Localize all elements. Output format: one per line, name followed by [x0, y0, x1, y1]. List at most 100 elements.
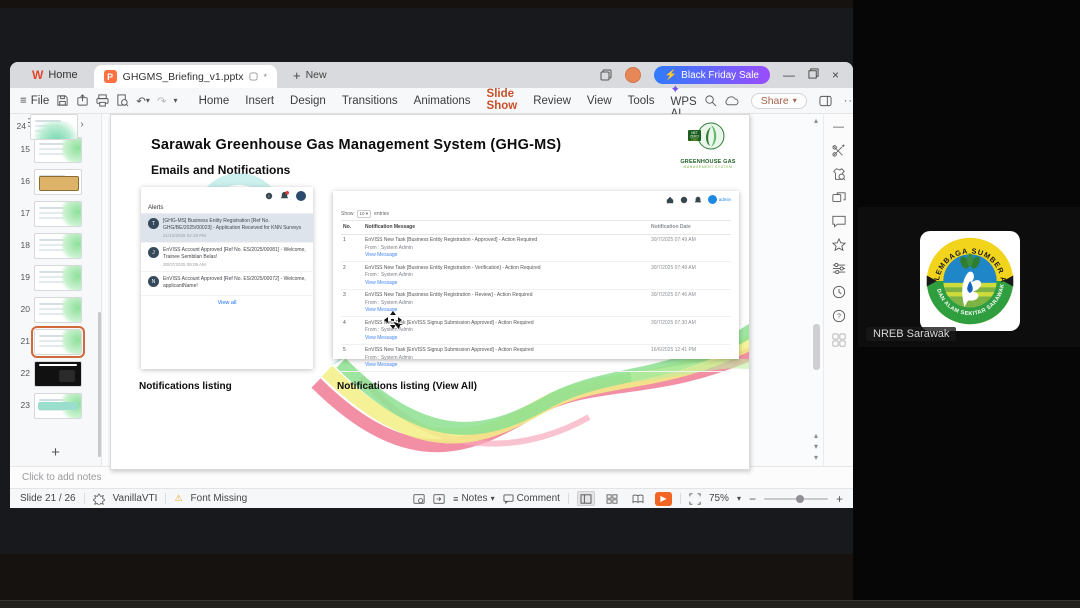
- menu-item[interactable]: Animations: [414, 93, 471, 109]
- redo-icon[interactable]: ↷: [157, 94, 167, 108]
- presenter-view-icon[interactable]: [433, 493, 445, 505]
- font-missing-label[interactable]: Font Missing: [191, 493, 248, 504]
- slide-thumbnail[interactable]: 18: [14, 233, 101, 259]
- share-button[interactable]: Share ▾: [750, 92, 807, 109]
- slide-thumbnail-preview[interactable]: [34, 169, 82, 195]
- ppt-file-icon: P: [103, 70, 117, 83]
- add-slide-button[interactable]: +: [10, 444, 101, 466]
- more-options-icon[interactable]: ···: [844, 95, 853, 107]
- ai-beautify-icon[interactable]: [831, 143, 846, 157]
- zoom-out-button[interactable]: −: [749, 492, 756, 506]
- slide-thumbnail-preview[interactable]: [34, 297, 82, 323]
- participant-video-strip: LEMBAGA SUMBER ASLI DAN ALAM SEKITAR SAR…: [853, 0, 1080, 608]
- help-icon[interactable]: ?: [832, 309, 846, 323]
- slide-thumbnail-preview[interactable]: [34, 265, 82, 291]
- menu-item[interactable]: Transitions: [342, 93, 398, 109]
- slide-thumbnail-preview[interactable]: [34, 361, 82, 387]
- file-menu[interactable]: ≡ File: [20, 95, 49, 107]
- screen-share-region: W Home P GHGMS_Briefing_v1.pptx * + New: [0, 8, 853, 554]
- comment-panel-icon[interactable]: [831, 215, 846, 228]
- history-clock-icon[interactable]: [832, 285, 846, 299]
- mouse-move-cursor: [384, 311, 405, 331]
- fit-slide-icon[interactable]: [689, 492, 701, 505]
- panel-layout-icon[interactable]: [819, 95, 832, 107]
- menu-item[interactable]: Insert: [245, 93, 274, 109]
- slide-thumbnail-preview[interactable]: [34, 393, 82, 419]
- row-message: EnVISS New Task [EnVISS Signup Submissio…: [365, 347, 534, 353]
- previous-slide-icon[interactable]: ▴: [814, 431, 818, 440]
- zoom-caret-icon[interactable]: ▾: [737, 494, 741, 503]
- slide-thumbnail[interactable]: 22: [14, 361, 101, 387]
- menu-item[interactable]: Design: [290, 93, 326, 109]
- print-icon[interactable]: [96, 94, 109, 107]
- print-preview-icon[interactable]: [116, 94, 129, 107]
- zoom-level[interactable]: 75%: [709, 493, 729, 504]
- cloud-sync-icon[interactable]: [724, 95, 739, 106]
- collapse-sidebar-icon[interactable]: —: [833, 121, 844, 133]
- menu-item[interactable]: View: [587, 93, 612, 109]
- restore-button[interactable]: [808, 68, 819, 82]
- menu-item[interactable]: Tools: [628, 93, 655, 109]
- wps-presentation-window: W Home P GHGMS_Briefing_v1.pptx * + New: [10, 62, 853, 508]
- slide-thumbnail[interactable]: 15: [14, 137, 101, 163]
- reading-view-button[interactable]: [629, 491, 647, 506]
- canvas-vertical-scrollbar[interactable]: ▴ ▴ ▾ ▾: [809, 114, 823, 466]
- collapse-panel-icon[interactable]: ›: [80, 119, 83, 130]
- ribbon-caret-icon[interactable]: ▾: [174, 96, 178, 105]
- view-message-link: View Message: [365, 252, 398, 258]
- row-message: EnVISS New Task [EnVISS Signup Submissio…: [365, 319, 534, 326]
- view-message-link: View Message: [365, 307, 398, 313]
- slide-21[interactable]: Sarawak Greenhouse Gas Management System…: [110, 114, 750, 470]
- next-slide-icon[interactable]: ▾: [814, 442, 818, 451]
- slide-thumbnail[interactable]: 24: [10, 114, 78, 140]
- alert-text: EnVISS Account Approved [Ref No. ES/2025…: [163, 247, 306, 260]
- svg-text:?: ?: [837, 314, 841, 321]
- apps-grid-icon[interactable]: [831, 333, 846, 347]
- slide-sorter-view-button[interactable]: [603, 491, 621, 506]
- undo-caret-icon[interactable]: ▾: [146, 96, 150, 105]
- normal-view-button[interactable]: [576, 491, 595, 506]
- slide-thumbnail[interactable]: 21: [14, 326, 101, 358]
- minimize-button[interactable]: —: [783, 68, 795, 82]
- slide-thumbnail[interactable]: 19: [14, 265, 101, 291]
- zoom-slider-handle[interactable]: [795, 494, 804, 503]
- scroll-up-icon[interactable]: ▴: [814, 116, 818, 125]
- participant-tile[interactable]: LEMBAGA SUMBER ASLI DAN ALAM SEKITAR SAR…: [858, 207, 1080, 347]
- zoom-slider[interactable]: [763, 494, 828, 503]
- notes-toggle[interactable]: ≡ Notes ▾: [453, 493, 494, 504]
- theme-name[interactable]: VanillaVTI: [113, 493, 158, 504]
- slideshow-timer-icon[interactable]: [413, 493, 425, 505]
- slide-thumbnail-preview[interactable]: [34, 233, 82, 259]
- export-icon[interactable]: [76, 94, 89, 107]
- search-icon[interactable]: [704, 94, 717, 107]
- close-button[interactable]: ×: [832, 68, 839, 82]
- slideshow-play-button[interactable]: ▶: [654, 491, 672, 506]
- thumbnail-list: 15 16 17 18 19 20 21 22 23 24: [10, 114, 101, 444]
- zoom-in-button[interactable]: +: [836, 492, 843, 506]
- undo-icon[interactable]: ↶ ▾: [136, 94, 150, 108]
- slide-thumbnail[interactable]: 16: [14, 169, 101, 195]
- nreb-logo-card: LEMBAGA SUMBER ASLI DAN ALAM SEKITAR SAR…: [920, 231, 1020, 331]
- slide-thumbnail-preview[interactable]: [34, 137, 82, 163]
- menu-item[interactable]: Review: [533, 93, 571, 109]
- thumbnail-scrollbar[interactable]: [98, 312, 101, 457]
- save-icon[interactable]: [56, 94, 69, 107]
- scroll-down-icon[interactable]: ▾: [814, 453, 818, 462]
- theme-icon[interactable]: [92, 492, 105, 505]
- slide-thumbnail-preview[interactable]: [34, 201, 82, 227]
- menu-item[interactable]: Home: [199, 93, 230, 109]
- scrollbar-thumb[interactable]: [812, 324, 820, 370]
- home-tab[interactable]: W Home: [16, 62, 94, 88]
- slide-thumbnail-preview[interactable]: [31, 326, 85, 358]
- slide-thumbnail[interactable]: 20: [14, 297, 101, 323]
- menu-item[interactable]: Slide Show: [486, 86, 517, 116]
- slide-thumbnail-preview[interactable]: [30, 114, 78, 140]
- slide-thumbnail[interactable]: 23: [14, 393, 101, 419]
- design-theme-icon[interactable]: [832, 167, 846, 181]
- comment-button[interactable]: Comment: [503, 493, 560, 504]
- settings-sliders-icon[interactable]: [832, 262, 846, 275]
- slide-thumbnail[interactable]: 17: [14, 201, 101, 227]
- star-favorites-icon[interactable]: [831, 238, 846, 252]
- meeting-screen: W Home P GHGMS_Briefing_v1.pptx * + New: [0, 0, 1080, 608]
- shape-library-icon[interactable]: [831, 191, 846, 205]
